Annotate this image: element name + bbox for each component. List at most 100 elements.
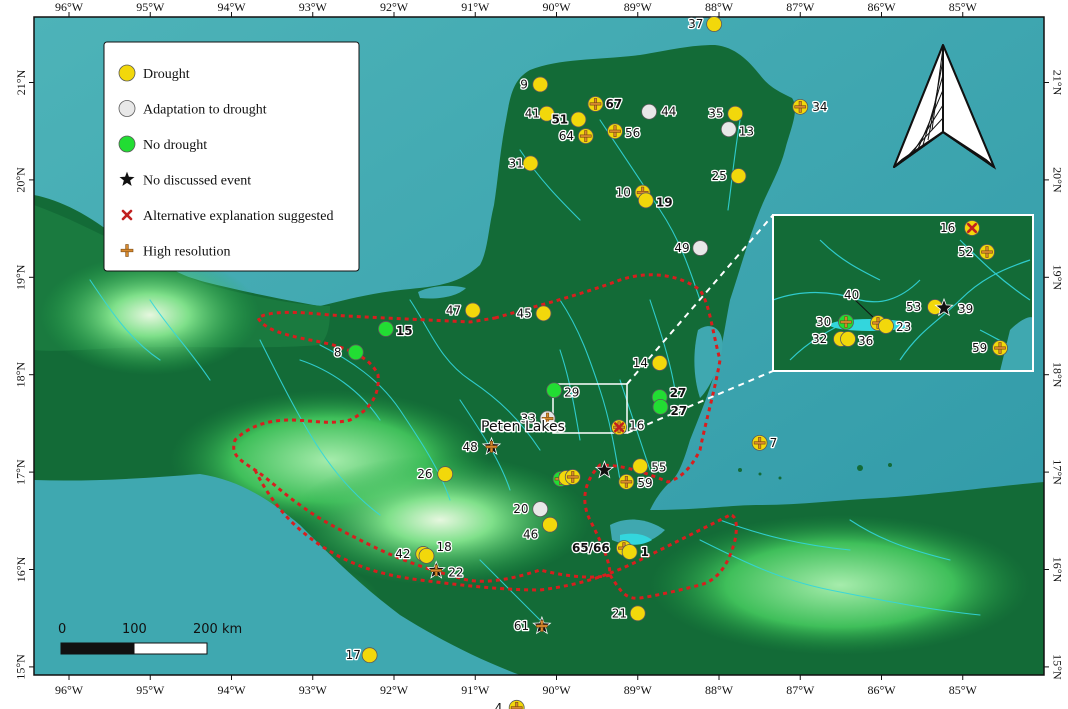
inset-site-label: 32 xyxy=(812,332,827,346)
site-label: 4 xyxy=(495,701,503,709)
lon-tick-bottom: 85°W xyxy=(949,683,978,697)
place-label-peten-lakes: Peten Lakes xyxy=(481,419,565,435)
site-marker xyxy=(651,355,668,371)
lon-tick-bottom: 91°W xyxy=(461,683,490,697)
lat-tick-left: 17°N xyxy=(14,459,28,485)
lat-tick-left: 18°N xyxy=(14,362,28,388)
lon-tick-bottom: 89°W xyxy=(624,683,653,697)
site-label: 37 xyxy=(688,17,703,31)
adaptation-circle-icon xyxy=(692,240,709,256)
inset-site-label: 16 xyxy=(940,221,955,235)
site-label: 46 xyxy=(523,528,538,542)
site-label: 20 xyxy=(513,502,528,516)
drought-circle-icon xyxy=(621,544,638,560)
map: 96°W 96°W 95°W 95°W 94°W 94°W 93°W 93°W 92°W 92°W… xyxy=(14,0,1064,709)
scale-label-200: 200 km xyxy=(193,622,242,637)
site-marker xyxy=(838,314,854,330)
lat-tick-right: 19°N xyxy=(1050,265,1064,291)
lon-tick-top: 91°W xyxy=(461,0,490,14)
site-marker xyxy=(652,398,669,415)
lat-tick-right: 17°N xyxy=(1050,459,1064,485)
site-marker xyxy=(629,605,646,622)
site-label: 44 xyxy=(661,105,676,119)
legend-label: No discussed event xyxy=(143,174,251,189)
lat-tick-left: 21°N xyxy=(14,69,28,95)
lon-tick-top: 96°W xyxy=(55,0,84,14)
inset-site-label: 23 xyxy=(896,320,911,334)
site-marker xyxy=(792,98,809,115)
lon-tick-bottom: 95°W xyxy=(136,683,165,697)
legend-item: Drought xyxy=(118,64,190,82)
site-label: 27 xyxy=(671,404,688,418)
lat-tick-right: 18°N xyxy=(1050,362,1064,388)
site-label: 18 xyxy=(437,540,452,554)
drought-circle-icon xyxy=(878,318,894,334)
legend-circle-icon xyxy=(118,135,136,153)
lon-tick-bottom: 96°W xyxy=(55,683,84,697)
site-label: 22 xyxy=(448,565,463,579)
site-marker xyxy=(637,192,654,209)
site-marker xyxy=(730,168,747,184)
site-label: 65/66 xyxy=(572,541,610,555)
site-marker xyxy=(692,240,709,256)
lon-tick-top: 86°W xyxy=(867,0,896,14)
lon-tick-top: 87°W xyxy=(786,0,815,14)
site-label: 61 xyxy=(514,619,529,633)
lon-tick-bottom: 90°W xyxy=(542,683,571,697)
inset-site-label: 53 xyxy=(906,300,921,314)
legend-label: Drought xyxy=(143,67,190,82)
highland-mexico xyxy=(40,255,260,375)
site-marker xyxy=(418,547,435,564)
lat-tick-right: 20°N xyxy=(1050,167,1064,193)
site-marker xyxy=(564,469,581,485)
drought-circle-icon xyxy=(532,76,549,93)
lat-tick-left: 19°N xyxy=(14,264,28,290)
site-label: 64 xyxy=(559,129,574,143)
site-label: 45 xyxy=(517,306,532,320)
site-label: 29 xyxy=(564,385,579,399)
site-label: 16 xyxy=(629,418,644,432)
no-drought-circle-icon xyxy=(546,382,562,399)
lon-tick-top: 95°W xyxy=(136,0,165,14)
lat-tick-right: 21°N xyxy=(1050,70,1064,96)
drought-circle-icon xyxy=(651,355,668,371)
site-marker xyxy=(587,96,604,112)
drought-circle-icon xyxy=(637,192,654,209)
site-marker xyxy=(522,155,539,172)
lon-tick-bottom: 94°W xyxy=(217,683,246,697)
site-label: 27 xyxy=(670,386,687,400)
site-marker xyxy=(720,121,737,138)
drought-circle-icon xyxy=(632,458,649,475)
lon-tick-bottom: 86°W xyxy=(867,683,896,697)
site-label: 55 xyxy=(651,460,666,474)
site-marker xyxy=(464,302,481,319)
site-marker xyxy=(632,458,649,475)
site-marker xyxy=(577,128,594,144)
site-label: 48 xyxy=(463,440,478,454)
lat-tick-left: 16°N xyxy=(14,556,28,582)
no-drought-circle-icon xyxy=(377,321,394,337)
lon-tick-bottom: 88°W xyxy=(705,683,734,697)
site-label: 56 xyxy=(625,126,640,140)
inset-site-label: 30 xyxy=(816,315,831,329)
site-label: 10 xyxy=(616,186,631,200)
adaptation-circle-icon xyxy=(641,103,658,120)
scale-label-100: 100 xyxy=(122,622,147,637)
lon-tick-top: 88°W xyxy=(705,0,734,14)
scale-label-0: 0 xyxy=(58,622,66,637)
site-label: 51 xyxy=(551,113,568,127)
lon-tick-top: 90°W xyxy=(542,0,571,14)
no-drought-circle-icon xyxy=(347,344,364,361)
drought-circle-icon xyxy=(437,466,454,482)
legend-circle-icon xyxy=(118,64,136,82)
drought-circle-icon xyxy=(727,105,744,122)
site-marker xyxy=(361,647,378,664)
highland-honduras xyxy=(650,515,1030,655)
site-label: 59 xyxy=(637,476,652,490)
site-marker xyxy=(840,331,856,347)
site-marker xyxy=(535,305,552,322)
lon-tick-top: 94°W xyxy=(217,0,246,14)
site-marker xyxy=(611,419,627,436)
no-drought-circle-icon xyxy=(652,398,669,415)
site-marker xyxy=(532,76,549,93)
